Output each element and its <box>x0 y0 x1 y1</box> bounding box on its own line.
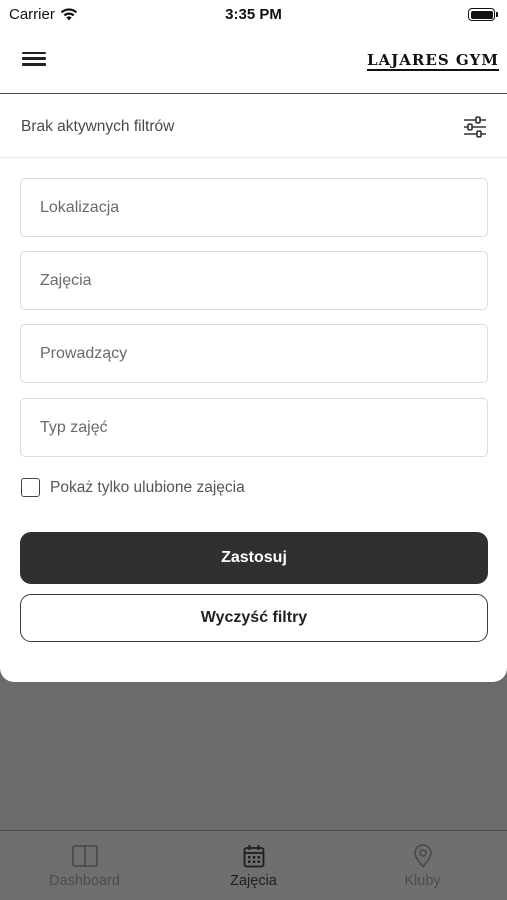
class-input[interactable]: Zajęcia <box>20 251 488 310</box>
instructor-input[interactable]: Prowadzący <box>20 324 488 383</box>
battery-icon <box>468 8 498 21</box>
class-type-input[interactable]: Typ zajęć <box>20 398 488 457</box>
nav-bar: LAJARES GYM <box>0 30 507 94</box>
sliders-icon[interactable] <box>463 116 487 138</box>
tab-dashboard-label: Dashboard <box>49 873 120 889</box>
filter-sheet: Carrier 3:35 PM LAJARES GYM Brak aktywny… <box>0 0 507 682</box>
clear-filters-button[interactable]: Wyczyść filtry <box>20 594 488 642</box>
status-bar: Carrier 3:35 PM <box>0 0 507 30</box>
tab-dashboard[interactable]: Dashboard <box>0 831 169 900</box>
filter-header: Brak aktywnych filtrów <box>0 96 507 158</box>
class-placeholder: Zajęcia <box>40 271 92 289</box>
calendar-icon <box>243 845 264 868</box>
apply-button[interactable]: Zastosuj <box>20 532 488 584</box>
favorites-only-label: Pokaż tylko ulubione zajęcia <box>50 478 245 496</box>
tab-classes[interactable]: Zajęcia <box>169 831 338 900</box>
favorites-only-row[interactable]: Pokaż tylko ulubione zajęcia <box>21 478 245 497</box>
tab-bar: Dashboard Zajęcia Kluby <box>0 830 507 900</box>
instructor-placeholder: Prowadzący <box>40 344 128 362</box>
class-type-placeholder: Typ zajęć <box>40 418 108 436</box>
tab-clubs[interactable]: Kluby <box>338 831 507 900</box>
location-pin-icon <box>413 844 432 868</box>
dashboard-icon <box>71 845 98 867</box>
favorites-only-checkbox[interactable] <box>21 478 40 497</box>
filter-status-text: Brak aktywnych filtrów <box>21 118 175 135</box>
brand-logo: LAJARES GYM <box>367 51 499 71</box>
status-time: 3:35 PM <box>225 6 282 23</box>
tab-classes-label: Zajęcia <box>230 873 277 889</box>
tab-clubs-label: Kluby <box>404 873 441 889</box>
location-input[interactable]: Lokalizacja <box>20 178 488 237</box>
hamburger-menu-icon[interactable] <box>22 48 50 72</box>
location-placeholder: Lokalizacja <box>40 198 120 216</box>
battery-level <box>470 10 493 19</box>
